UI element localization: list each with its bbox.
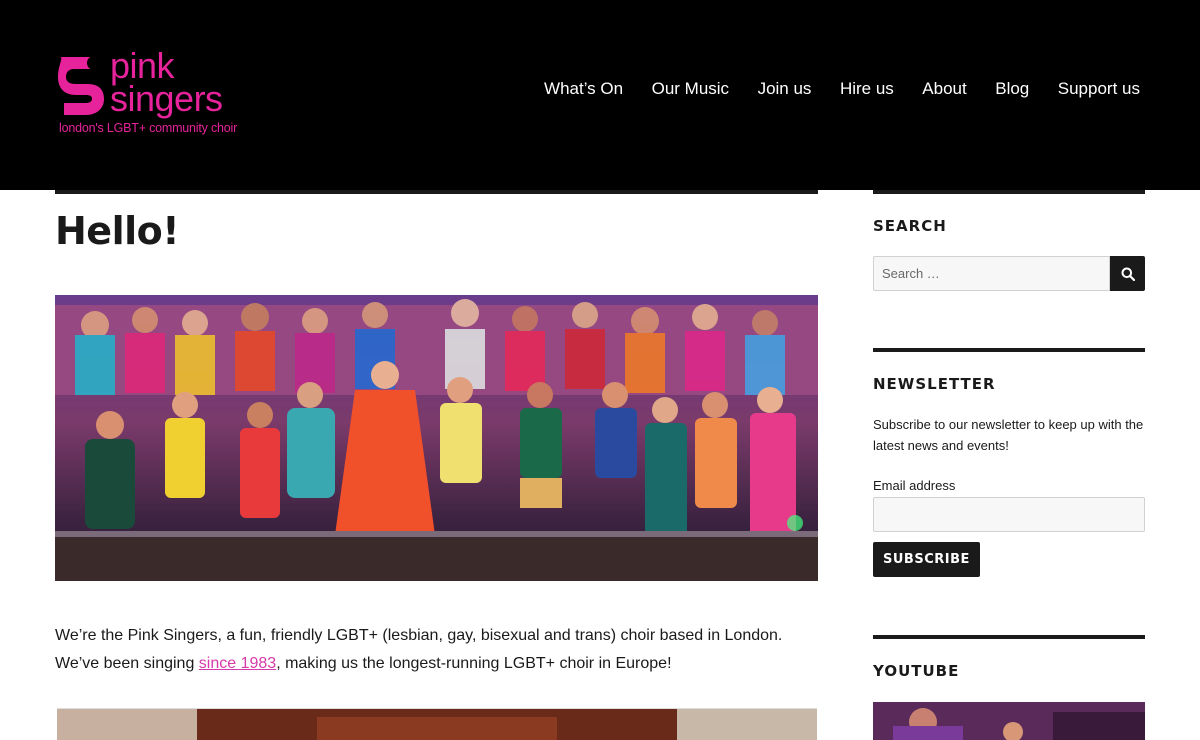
newsletter-widget-title: NEWSLETTER — [873, 375, 996, 393]
widget-divider — [873, 635, 1145, 639]
hero-image — [55, 295, 818, 581]
nav-item-whats-on[interactable]: What’s On — [544, 78, 623, 100]
choir-performance-photo — [55, 295, 818, 581]
youtube-video-image — [873, 702, 1145, 740]
concert-hall-photo — [57, 709, 817, 740]
main-navigation: What’s On Our Music Join us Hire us Abou… — [516, 78, 1140, 100]
nav-item-our-music[interactable]: Our Music — [652, 78, 729, 100]
intro-text-end: , making us the longest-running LGBT+ ch… — [276, 655, 672, 672]
newsletter-description: Subscribe to our newsletter to keep up w… — [873, 417, 1144, 453]
search-widget: SEARCH — [873, 190, 1145, 291]
logo-word-singers: singers — [110, 78, 223, 119]
nav-item-about[interactable]: About — [922, 78, 966, 100]
subscribe-button[interactable]: SUBSCRIBE — [873, 542, 980, 577]
site-header: pink singers london's LGBT+ community ch… — [0, 0, 1200, 190]
entry-divider — [55, 190, 818, 194]
search-button[interactable] — [1110, 256, 1145, 291]
youtube-video-thumbnail[interactable] — [873, 702, 1145, 740]
youtube-widget: YOUTUBE — [873, 635, 1145, 740]
main-content: Hello! We’re the Pink Singers, a fun, fr… — [55, 190, 818, 740]
intro-paragraph: We’re the Pink Singers, a fun, friendly … — [55, 622, 818, 678]
widget-divider — [873, 348, 1145, 352]
search-widget-title: SEARCH — [873, 217, 947, 235]
nav-item-hire-us[interactable]: Hire us — [840, 78, 894, 100]
search-form — [873, 256, 1145, 291]
site-logo[interactable]: pink singers london's LGBT+ community ch… — [58, 48, 248, 142]
search-icon — [1121, 267, 1135, 281]
logo-tagline: london's LGBT+ community choir — [59, 121, 238, 135]
email-field[interactable] — [873, 497, 1145, 532]
nav-item-blog[interactable]: Blog — [995, 78, 1029, 100]
nav-item-support-us[interactable]: Support us — [1058, 78, 1140, 100]
youtube-widget-title: YOUTUBE — [873, 662, 960, 680]
newsletter-widget: NEWSLETTER Subscribe to our newsletter t… — [873, 348, 1145, 577]
pink-singers-logo-icon — [58, 56, 104, 115]
search-input[interactable] — [873, 256, 1110, 291]
page-title: Hello! — [55, 209, 180, 253]
secondary-image — [57, 708, 817, 740]
email-label: Email address — [873, 478, 956, 493]
since-1983-link[interactable]: since 1983 — [199, 655, 276, 672]
widget-divider — [873, 190, 1145, 194]
nav-item-join-us[interactable]: Join us — [758, 78, 812, 100]
